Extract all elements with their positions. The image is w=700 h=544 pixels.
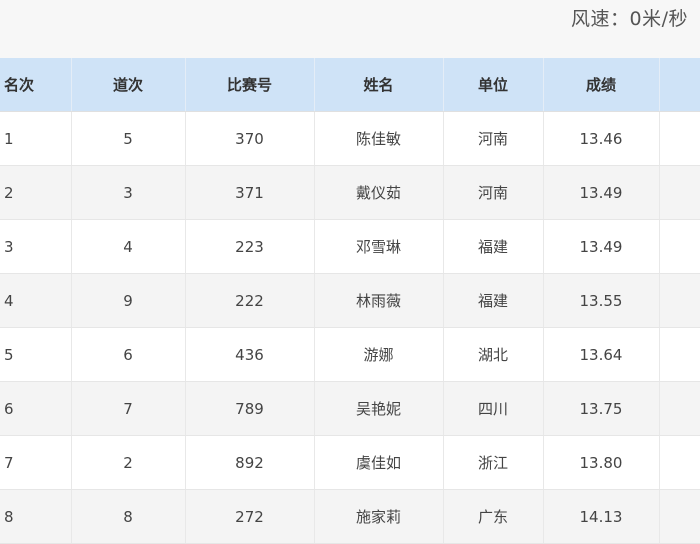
cell-team: 广东 xyxy=(443,489,544,544)
cell-lane: 5 xyxy=(71,111,186,166)
results-table: 名次 道次 比赛号 姓名 单位 成绩 1 5 370 陈佳敏 河南 13.46 … xyxy=(0,58,700,544)
cell-name: 虞佳如 xyxy=(314,435,444,490)
cell-rank: 6 xyxy=(0,381,72,436)
table-row: 7 2 892 虞佳如 浙江 13.80 xyxy=(0,435,700,490)
cell-name: 游娜 xyxy=(314,327,444,382)
table-row: 8 8 272 施家莉 广东 14.13 xyxy=(0,489,700,544)
table-row: 5 6 436 游娜 湖北 13.64 xyxy=(0,327,700,382)
cell-result: 13.64 xyxy=(543,327,660,382)
header-result: 成绩 xyxy=(543,58,660,112)
cell-result: 13.55 xyxy=(543,273,660,328)
table-row: 6 7 789 吴艳妮 四川 13.75 xyxy=(0,381,700,436)
cell-result: 13.75 xyxy=(543,381,660,436)
cell-extra xyxy=(659,327,700,382)
header-name: 姓名 xyxy=(314,58,444,112)
header-bib-number: 比赛号 xyxy=(185,58,315,112)
table-row: 1 5 370 陈佳敏 河南 13.46 xyxy=(0,111,700,166)
cell-bib-number: 436 xyxy=(185,327,315,382)
cell-team: 四川 xyxy=(443,381,544,436)
header-extra xyxy=(659,58,700,112)
cell-rank: 2 xyxy=(0,165,72,220)
table-row: 4 9 222 林雨薇 福建 13.55 xyxy=(0,273,700,328)
cell-bib-number: 223 xyxy=(185,219,315,274)
table-row: 2 3 371 戴仪茹 河南 13.49 xyxy=(0,165,700,220)
table-header-row: 名次 道次 比赛号 姓名 单位 成绩 xyxy=(0,58,700,112)
cell-result: 13.80 xyxy=(543,435,660,490)
cell-rank: 4 xyxy=(0,273,72,328)
cell-name: 施家莉 xyxy=(314,489,444,544)
cell-team: 河南 xyxy=(443,165,544,220)
cell-team: 河南 xyxy=(443,111,544,166)
cell-rank: 7 xyxy=(0,435,72,490)
cell-team: 湖北 xyxy=(443,327,544,382)
cell-result: 13.46 xyxy=(543,111,660,166)
cell-lane: 4 xyxy=(71,219,186,274)
cell-extra xyxy=(659,435,700,490)
cell-rank: 8 xyxy=(0,489,72,544)
cell-name: 戴仪茹 xyxy=(314,165,444,220)
header-team: 单位 xyxy=(443,58,544,112)
cell-bib-number: 371 xyxy=(185,165,315,220)
cell-result: 14.13 xyxy=(543,489,660,544)
cell-lane: 2 xyxy=(71,435,186,490)
cell-name: 林雨薇 xyxy=(314,273,444,328)
cell-lane: 9 xyxy=(71,273,186,328)
cell-extra xyxy=(659,219,700,274)
cell-bib-number: 892 xyxy=(185,435,315,490)
cell-team: 福建 xyxy=(443,219,544,274)
cell-name: 陈佳敏 xyxy=(314,111,444,166)
header-lane: 道次 xyxy=(71,58,186,112)
cell-bib-number: 272 xyxy=(185,489,315,544)
cell-lane: 7 xyxy=(71,381,186,436)
cell-lane: 3 xyxy=(71,165,186,220)
cell-extra xyxy=(659,381,700,436)
wind-speed-label: 风速：0米/秒 xyxy=(571,8,688,30)
cell-lane: 8 xyxy=(71,489,186,544)
cell-name: 吴艳妮 xyxy=(314,381,444,436)
cell-name: 邓雪琳 xyxy=(314,219,444,274)
cell-rank: 1 xyxy=(0,111,72,166)
cell-bib-number: 370 xyxy=(185,111,315,166)
cell-lane: 6 xyxy=(71,327,186,382)
top-bar: 风速：0米/秒 xyxy=(0,0,700,58)
cell-extra xyxy=(659,489,700,544)
cell-rank: 3 xyxy=(0,219,72,274)
cell-bib-number: 789 xyxy=(185,381,315,436)
cell-extra xyxy=(659,165,700,220)
cell-extra xyxy=(659,111,700,166)
header-rank: 名次 xyxy=(0,58,72,112)
cell-team: 福建 xyxy=(443,273,544,328)
cell-team: 浙江 xyxy=(443,435,544,490)
cell-result: 13.49 xyxy=(543,165,660,220)
cell-extra xyxy=(659,273,700,328)
cell-rank: 5 xyxy=(0,327,72,382)
table-row: 3 4 223 邓雪琳 福建 13.49 xyxy=(0,219,700,274)
cell-bib-number: 222 xyxy=(185,273,315,328)
cell-result: 13.49 xyxy=(543,219,660,274)
